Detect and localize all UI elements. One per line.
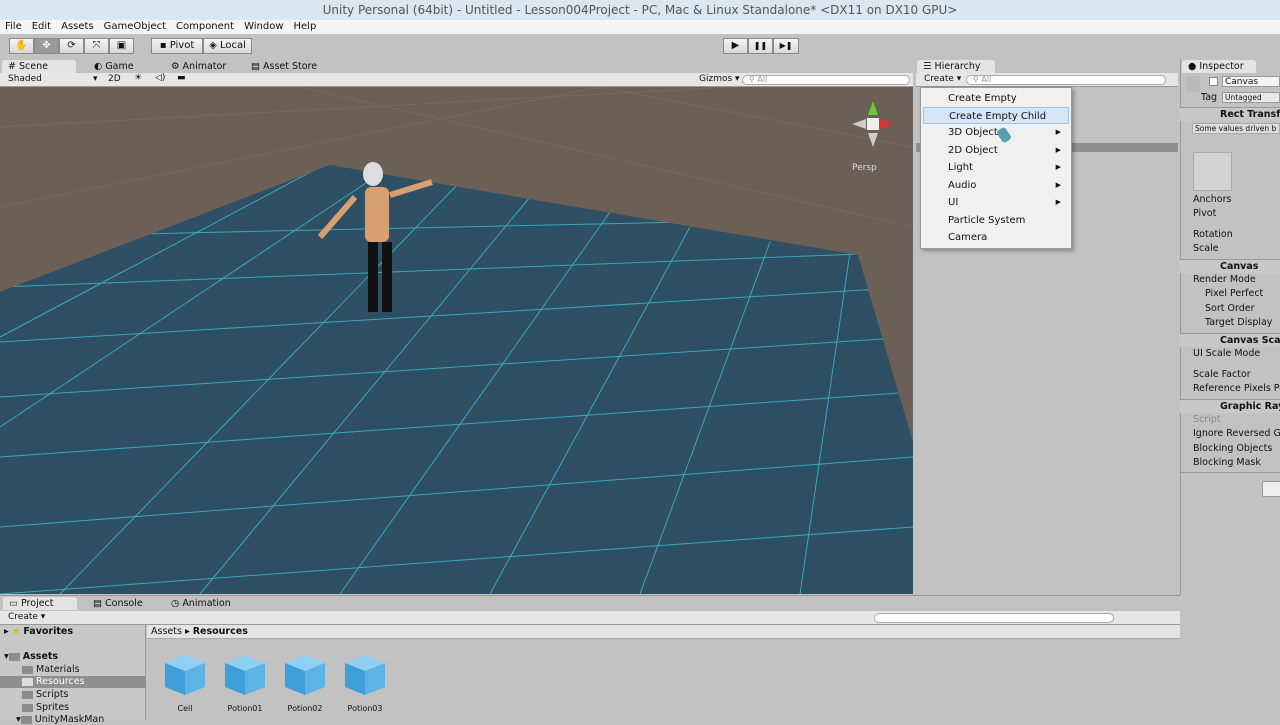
pause-button[interactable]: ❚❚ (748, 38, 773, 54)
hierarchy-search[interactable]: ⚲ All (966, 75, 1166, 85)
asset-potion01[interactable]: Potion01 (220, 653, 270, 713)
field-label: Scale Factor (1193, 369, 1251, 380)
rotate-tool-icon[interactable]: ⟳ (59, 38, 84, 54)
active-checkbox[interactable] (1209, 77, 1218, 86)
lighting-toggle-icon[interactable]: ☀ (134, 73, 142, 83)
asset-potion03[interactable]: Potion03 (340, 653, 390, 713)
shading-dropdown[interactable]: Shaded (8, 74, 42, 84)
audio-toggle-icon[interactable]: ◁) (155, 73, 165, 83)
menu-item-camera[interactable]: Camera (923, 229, 1069, 246)
move-tool-icon[interactable]: ✥ (34, 38, 59, 54)
field-label: Pixel Perfect (1205, 288, 1264, 299)
tab-console[interactable]: ▤ Console (87, 597, 143, 610)
add-component-button[interactable] (1262, 481, 1280, 497)
prefab-cube-icon (225, 655, 265, 695)
field-label: Render Mode (1193, 274, 1256, 285)
create-dropdown-menu: Create Empty Create Empty Child 3D Objec… (920, 87, 1072, 249)
menu-edit[interactable]: Edit (27, 20, 56, 34)
menu-item-particle-system[interactable]: Particle System (923, 212, 1069, 229)
canvas-scaler-header[interactable]: Canvas Sca (1180, 333, 1280, 347)
field-label: Pivot (1193, 208, 1217, 219)
menu-file[interactable]: File (0, 20, 27, 34)
tab-animation[interactable]: ◷ Animation (165, 597, 231, 610)
menu-component[interactable]: Component (171, 20, 239, 34)
tag-label: Tag (1201, 92, 1218, 103)
menu-gameobject[interactable]: GameObject (99, 20, 171, 34)
prefab-cube-icon (285, 655, 325, 695)
breadcrumb-assets[interactable]: Assets (151, 626, 182, 637)
rect-tool-icon[interactable]: ▣ (109, 38, 134, 54)
scene-search[interactable]: ⚲ All (742, 75, 910, 85)
folder-resources[interactable]: Resources (22, 676, 85, 687)
field-label: Blocking Objects (1193, 443, 1273, 454)
field-label: UI Scale Mode (1193, 348, 1261, 359)
pivot-button[interactable]: ▪ Pivot (151, 38, 203, 54)
menu-assets[interactable]: Assets (56, 20, 99, 34)
menu-item-audio[interactable]: Audio ▶ (923, 177, 1069, 194)
canvas-component-header[interactable]: Canvas (1180, 259, 1280, 273)
menu-item-create-empty[interactable]: Create Empty (923, 90, 1069, 107)
project-search[interactable] (874, 613, 1114, 623)
scene-viewport[interactable]: Persp (0, 87, 913, 594)
menu-help[interactable]: Help (289, 20, 322, 34)
menu-item-ui[interactable]: UI ▶ (923, 194, 1069, 211)
prefab-cube-icon (345, 655, 385, 695)
tab-project[interactable]: ▭ Project (3, 597, 77, 610)
field-label: Blocking Mask (1193, 457, 1261, 468)
step-button[interactable]: ▶❚ (773, 38, 799, 54)
asset-cell[interactable]: Cell (160, 653, 210, 713)
project-folder-tree: ▸ ★ Favorites ▾ Assets Materials Resource… (0, 625, 146, 725)
play-button[interactable]: ▶ (723, 38, 748, 54)
graphic-raycaster-header[interactable]: Graphic Ray (1180, 399, 1280, 413)
tab-inspector[interactable]: ● Inspector (1182, 60, 1256, 73)
menu-item-create-empty-child[interactable]: Create Empty Child (923, 107, 1069, 124)
gameobject-icon (1186, 76, 1200, 92)
field-label: Scale (1193, 243, 1219, 254)
field-label: Reference Pixels Pe (1193, 383, 1280, 394)
menu-bar: File Edit Assets GameObject Component Wi… (0, 20, 1280, 34)
assets-item[interactable]: ▾ Assets (4, 651, 58, 662)
window-title: Unity Personal (64bit) - Untitled - Less… (0, 0, 1280, 20)
persp-label[interactable]: Persp (852, 163, 877, 173)
menu-window[interactable]: Window (239, 20, 288, 34)
field-label: Ignore Reversed G (1193, 428, 1280, 439)
breadcrumb: Assets ▸ Resources (147, 625, 1180, 639)
2d-toggle[interactable]: 2D (108, 74, 121, 84)
tab-scene[interactable]: # Scene (2, 60, 76, 73)
tab-asset-store[interactable]: ▤ Asset Store (245, 60, 317, 73)
gizmos-dropdown[interactable]: Gizmos ▾ (699, 74, 740, 84)
effects-toggle-icon[interactable]: ▬ (177, 73, 186, 83)
hand-tool-icon[interactable]: ✋ (9, 38, 34, 54)
folder-materials[interactable]: Materials (22, 664, 80, 675)
main-toolbar: ✋ ✥ ⟳ ⤧ ▣ ▪ Pivot ◈ Local ▶ ❚❚ ▶❚ (0, 34, 1280, 59)
breadcrumb-resources[interactable]: Resources (193, 626, 248, 637)
tab-animator[interactable]: ⚙ Animator (165, 60, 226, 73)
tag-dropdown[interactable]: Untagged (1222, 92, 1280, 103)
folder-sprites[interactable]: Sprites (22, 702, 69, 713)
rect-transform-header[interactable]: Rect Transf (1180, 107, 1280, 121)
menu-item-light[interactable]: Light ▶ (923, 159, 1069, 176)
field-label: Sort Order (1205, 303, 1255, 314)
object-name-field[interactable]: Canvas (1222, 76, 1280, 87)
folder-scripts[interactable]: Scripts (22, 689, 69, 700)
project-create-button[interactable]: Create ▾ (8, 612, 45, 622)
field-label: Rotation (1193, 229, 1233, 240)
field-label: Target Display (1205, 317, 1273, 328)
driven-values-note: Some values driven b (1192, 123, 1280, 134)
hierarchy-create-button[interactable]: Create ▾ (924, 74, 961, 84)
scene-toolbar: Shaded ▾ 2D ☀ ◁) ▬ Gizmos ▾ ⚲ All (0, 73, 913, 87)
tab-hierarchy[interactable]: ☰ Hierarchy (917, 60, 995, 73)
anchors-foldout[interactable]: Anchors (1193, 194, 1231, 205)
favorites-item[interactable]: ▸ ★ Favorites (4, 626, 73, 637)
prefab-cube-icon (165, 655, 205, 695)
anchor-presets-button[interactable] (1193, 152, 1232, 191)
menu-item-2d-object[interactable]: 2D Object ▶ (923, 142, 1069, 159)
scale-tool-icon[interactable]: ⤧ (84, 38, 109, 54)
tab-game[interactable]: ◐ Game (88, 60, 134, 73)
asset-potion02[interactable]: Potion02 (280, 653, 330, 713)
local-button[interactable]: ◈ Local (203, 38, 252, 54)
field-label: Script (1193, 414, 1221, 425)
